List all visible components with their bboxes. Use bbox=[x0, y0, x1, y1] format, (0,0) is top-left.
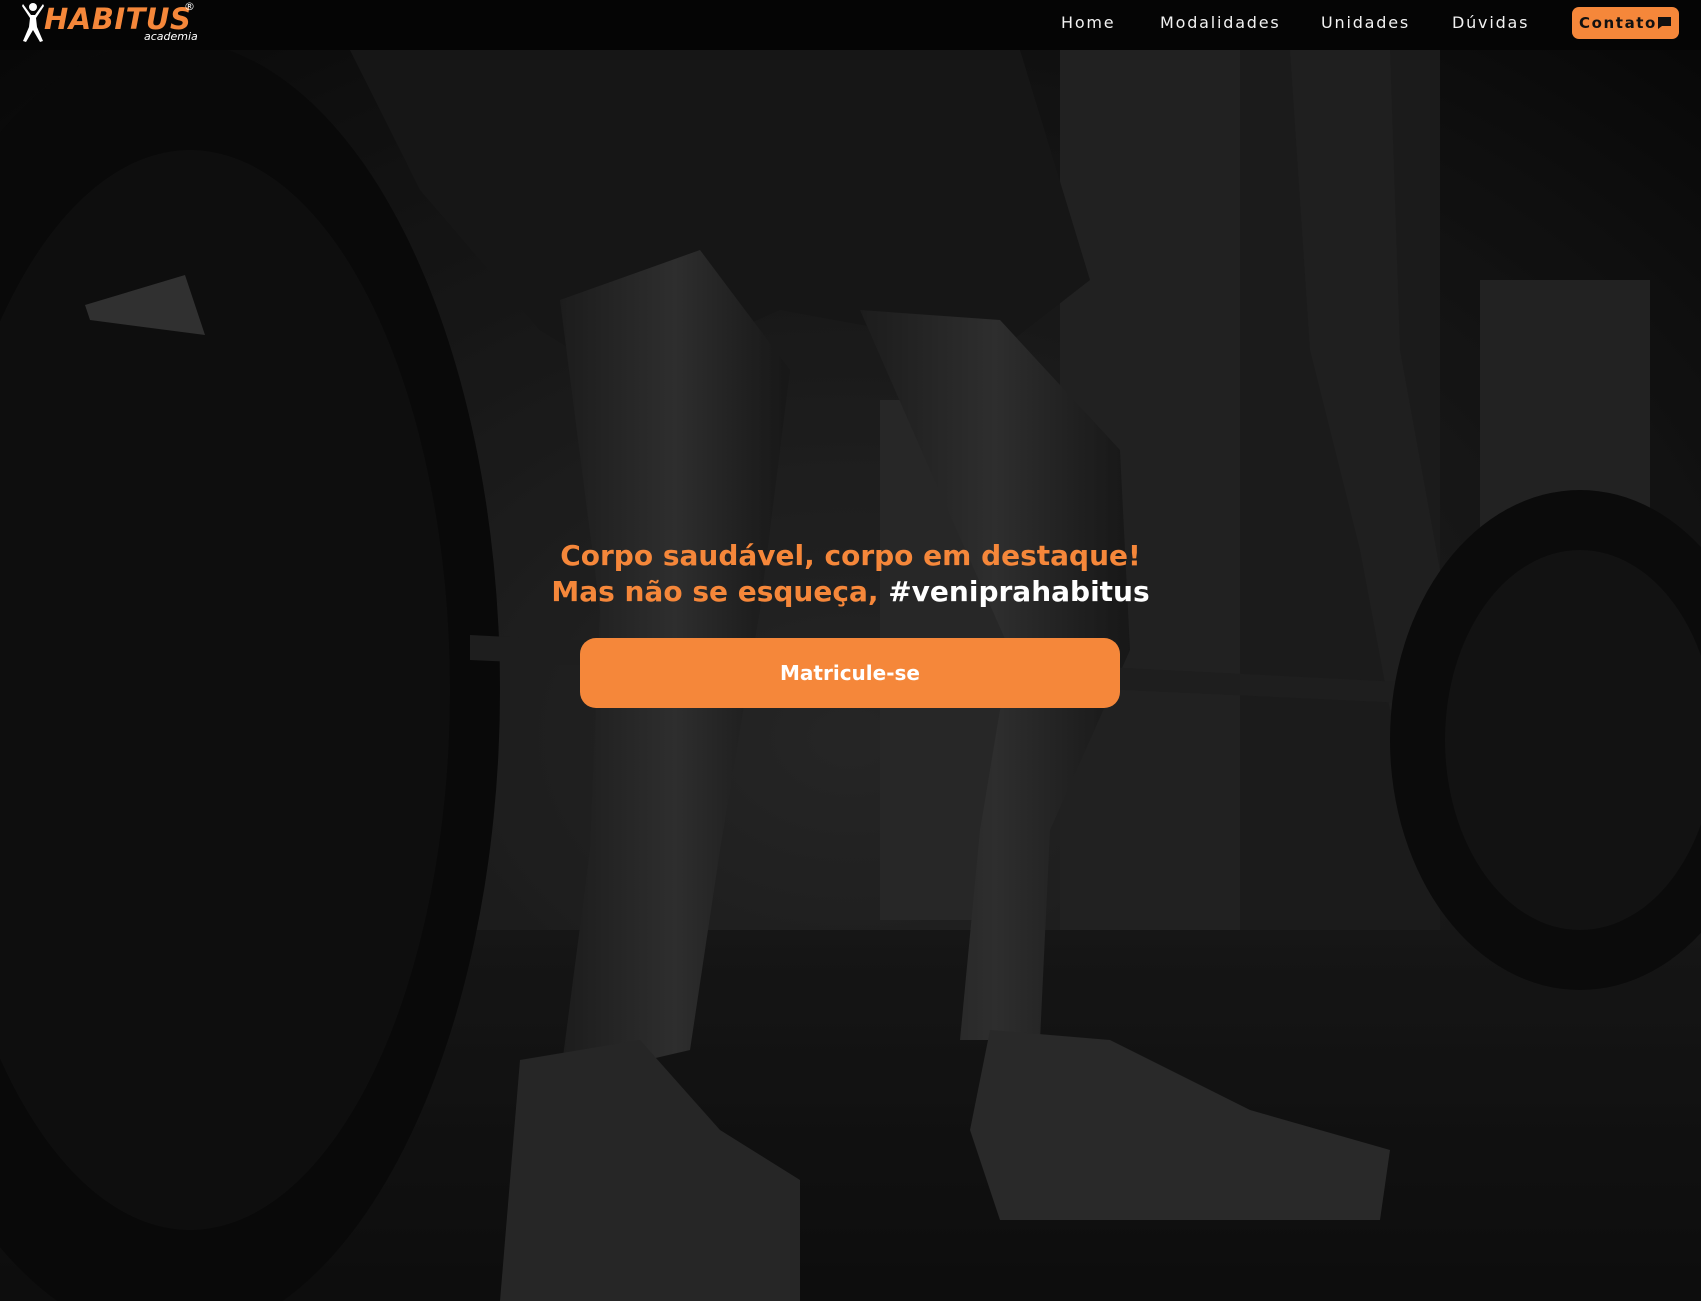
hero-hashtag: #veniprahabitus bbox=[888, 575, 1150, 608]
top-navbar: HABITUS ® academia Home Modalidades Unid… bbox=[0, 0, 1701, 50]
chat-bubble-icon bbox=[1658, 17, 1671, 29]
nav-link-home[interactable]: Home bbox=[1061, 12, 1115, 34]
nav-link-modalidades[interactable]: Modalidades bbox=[1160, 12, 1281, 34]
nav-link-duvidas[interactable]: Dúvidas bbox=[1452, 12, 1529, 34]
nav-link-unidades[interactable]: Unidades bbox=[1321, 12, 1410, 34]
registered-mark: ® bbox=[184, 0, 195, 13]
hero-headline: Corpo saudável, corpo em destaque! Mas n… bbox=[0, 538, 1701, 610]
brand-subtitle: academia bbox=[144, 30, 198, 43]
contact-button-label: Contato bbox=[1579, 14, 1657, 32]
hero-line-1: Corpo saudável, corpo em destaque! bbox=[560, 539, 1141, 572]
contact-button[interactable]: Contato bbox=[1572, 7, 1679, 39]
habitus-logo[interactable]: HABITUS ® academia bbox=[20, 0, 198, 45]
enroll-button[interactable]: Matricule-se bbox=[580, 638, 1120, 708]
running-figure-icon bbox=[22, 3, 44, 42]
hero-line-2-prefix: Mas não se esqueça, bbox=[551, 575, 879, 608]
